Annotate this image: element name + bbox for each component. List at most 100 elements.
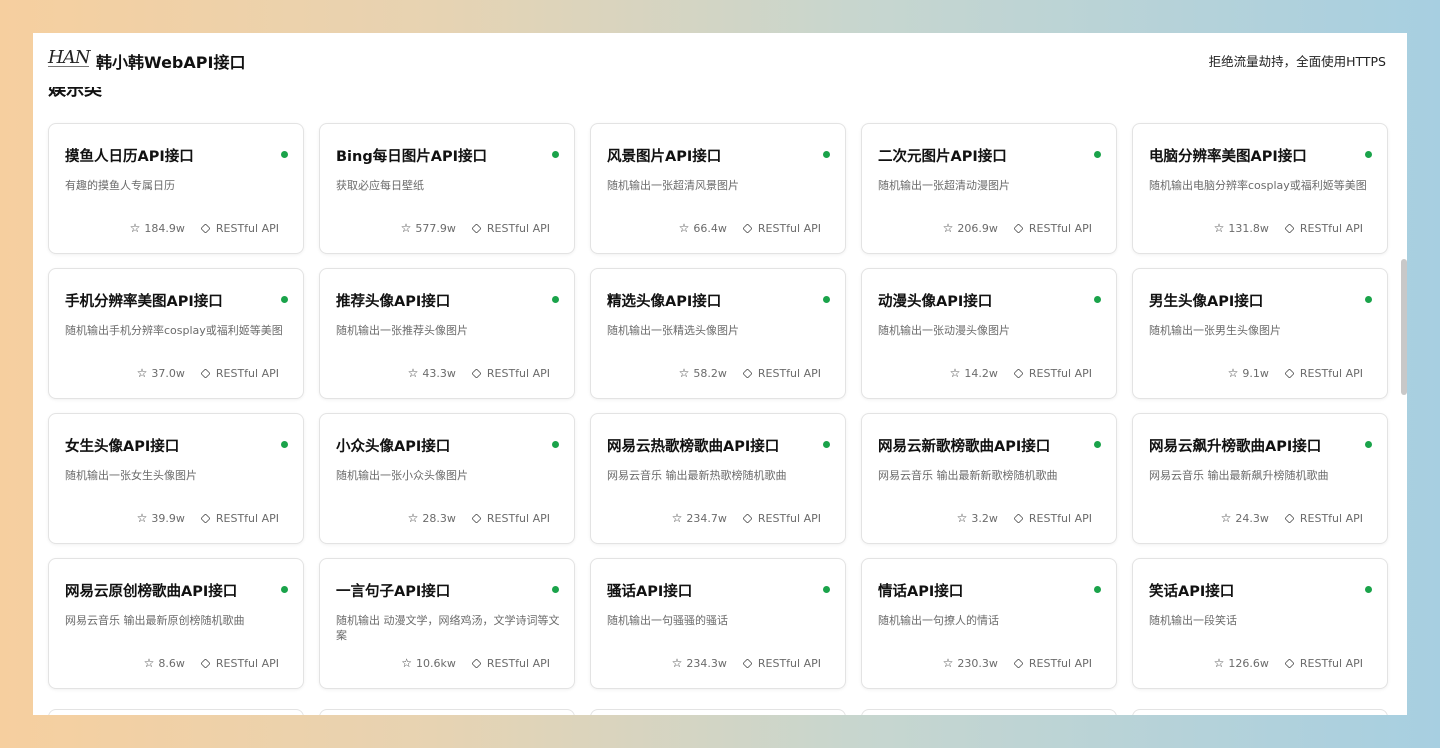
api-card[interactable]: 小众头像API接口 随机输出一张小众头像图片 ☆ 28.3w RESTful A… — [319, 413, 575, 544]
star-icon: ☆ — [956, 511, 968, 525]
api-card-footer: ☆ 66.4w RESTful API — [679, 221, 821, 235]
api-card[interactable]: 网易云新歌榜歌曲API接口 网易云音乐 输出最新新歌榜随机歌曲 ☆ 3.2w R… — [861, 413, 1117, 544]
api-cube-icon — [1284, 222, 1295, 234]
api-type-label: RESTful API — [486, 656, 550, 670]
api-card[interactable]: 一言句子API接口 随机输出 动漫文学，网络鸡汤，文学诗词等文案 ☆ 10.6k… — [319, 558, 575, 689]
site-logo[interactable]: HAN — [48, 47, 90, 68]
site-title[interactable]: 韩小韩WebAPI接口 — [96, 49, 245, 73]
api-card[interactable]: 动漫头像API接口 随机输出一张动漫头像图片 ☆ 14.2w RESTful A… — [861, 268, 1117, 399]
status-dot — [823, 586, 830, 593]
star-icon: ☆ — [949, 366, 961, 380]
api-card-title[interactable]: 网易云原创榜歌曲API接口 — [65, 580, 237, 601]
api-card-description: 网易云音乐 输出最新原创榜随机歌曲 — [65, 614, 245, 627]
api-card-footer: ☆ 230.3w RESTful API — [943, 656, 1092, 670]
api-type-label: RESTful API — [1299, 656, 1363, 670]
star-icon: ☆ — [678, 221, 690, 235]
api-call-count: 230.3w — [957, 656, 998, 670]
api-card[interactable]: 精选头像API接口 随机输出一张精选头像图片 ☆ 58.2w RESTful A… — [590, 268, 846, 399]
api-type-label: RESTful API — [486, 366, 550, 380]
status-dot — [823, 151, 830, 158]
star-icon: ☆ — [129, 221, 141, 235]
api-card-partial[interactable] — [319, 709, 575, 715]
api-card-title[interactable]: 笑话API接口 — [1149, 580, 1234, 601]
star-icon: ☆ — [401, 656, 413, 670]
api-card-description: 随机输出一句骚骚的骚话 — [607, 614, 728, 627]
api-card-title[interactable]: 小众头像API接口 — [336, 435, 450, 456]
api-card-title[interactable]: 电脑分辨率美图API接口 — [1149, 145, 1307, 166]
api-card-partial[interactable] — [48, 709, 304, 715]
api-card-partial[interactable] — [590, 709, 846, 715]
api-card[interactable]: 男生头像API接口 随机输出一张男生头像图片 ☆ 9.1w RESTful AP… — [1132, 268, 1388, 399]
api-card-title[interactable]: 二次元图片API接口 — [878, 145, 1007, 166]
api-card-footer: ☆ 10.6kw RESTful API — [401, 656, 550, 670]
api-type-label: RESTful API — [757, 221, 821, 235]
api-card[interactable]: 二次元图片API接口 随机输出一张超清动漫图片 ☆ 206.9w RESTful… — [861, 123, 1117, 254]
api-cube-icon — [1284, 657, 1295, 669]
api-card[interactable]: Bing每日图片API接口 获取必应每日壁纸 ☆ 577.9w RESTful … — [319, 123, 575, 254]
star-icon: ☆ — [400, 221, 412, 235]
api-card-title[interactable]: 骚话API接口 — [607, 580, 692, 601]
status-dot — [552, 296, 559, 303]
api-card-description: 随机输出一段笑话 — [1149, 614, 1237, 627]
api-call-count: 234.3w — [686, 656, 727, 670]
api-call-count: 8.6w — [158, 656, 185, 670]
api-card-partial[interactable] — [1132, 709, 1388, 715]
star-icon: ☆ — [1227, 366, 1239, 380]
api-card[interactable]: 情话API接口 随机输出一句撩人的情话 ☆ 230.3w RESTful API — [861, 558, 1117, 689]
api-call-count: 206.9w — [957, 221, 998, 235]
api-card[interactable]: 手机分辨率美图API接口 随机输出手机分辨率cosplay或福利姬等美图 ☆ 3… — [48, 268, 304, 399]
api-cube-icon — [200, 657, 211, 669]
api-card-footer: ☆ 577.9w RESTful API — [401, 221, 550, 235]
api-card-title[interactable]: 摸鱼人日历API接口 — [65, 145, 194, 166]
api-card[interactable]: 网易云飙升榜歌曲API接口 网易云音乐 输出最新飙升榜随机歌曲 ☆ 24.3w … — [1132, 413, 1388, 544]
api-card-title[interactable]: 动漫头像API接口 — [878, 290, 992, 311]
api-card[interactable]: 网易云原创榜歌曲API接口 网易云音乐 输出最新原创榜随机歌曲 ☆ 8.6w R… — [48, 558, 304, 689]
api-card[interactable]: 电脑分辨率美图API接口 随机输出电脑分辨率cosplay或福利姬等美图 ☆ 1… — [1132, 123, 1388, 254]
vertical-scrollbar[interactable] — [1401, 259, 1407, 395]
status-dot — [552, 441, 559, 448]
api-card-footer: ☆ 9.1w RESTful API — [1228, 366, 1363, 380]
api-card-title[interactable]: 情话API接口 — [878, 580, 963, 601]
api-card[interactable]: 摸鱼人日历API接口 有趣的摸鱼人专属日历 ☆ 184.9w RESTful A… — [48, 123, 304, 254]
star-icon: ☆ — [942, 221, 954, 235]
api-card[interactable]: 女生头像API接口 随机输出一张女生头像图片 ☆ 39.9w RESTful A… — [48, 413, 304, 544]
api-card-title[interactable]: 网易云热歌榜歌曲API接口 — [607, 435, 779, 456]
api-cube-icon — [742, 512, 753, 524]
api-card-title[interactable]: 风景图片API接口 — [607, 145, 721, 166]
api-card-title[interactable]: Bing每日图片API接口 — [336, 145, 487, 166]
api-cube-icon — [742, 657, 753, 669]
api-card-description: 网易云音乐 输出最新飙升榜随机歌曲 — [1149, 469, 1329, 482]
api-card-title[interactable]: 精选头像API接口 — [607, 290, 721, 311]
api-card[interactable]: 网易云热歌榜歌曲API接口 网易云音乐 输出最新热歌榜随机歌曲 ☆ 234.7w… — [590, 413, 846, 544]
status-dot — [281, 296, 288, 303]
api-card[interactable]: 骚话API接口 随机输出一句骚骚的骚话 ☆ 234.3w RESTful API — [590, 558, 846, 689]
api-call-count: 126.6w — [1228, 656, 1269, 670]
api-cube-icon — [742, 367, 753, 379]
star-icon: ☆ — [136, 511, 148, 525]
api-call-count: 577.9w — [415, 221, 456, 235]
api-card-footer: ☆ 184.9w RESTful API — [130, 221, 279, 235]
api-call-count: 9.1w — [1242, 366, 1269, 380]
api-card[interactable]: 风景图片API接口 随机输出一张超清风景图片 ☆ 66.4w RESTful A… — [590, 123, 846, 254]
api-card-title[interactable]: 网易云新歌榜歌曲API接口 — [878, 435, 1050, 456]
api-card[interactable]: 笑话API接口 随机输出一段笑话 ☆ 126.6w RESTful API — [1132, 558, 1388, 689]
api-type-label: RESTful API — [215, 221, 279, 235]
header-https-note: 拒绝流量劫持，全面使用HTTPS — [1208, 54, 1386, 69]
api-card-footer: ☆ 43.3w RESTful API — [408, 366, 550, 380]
api-card-title[interactable]: 网易云飙升榜歌曲API接口 — [1149, 435, 1321, 456]
status-dot — [1365, 296, 1372, 303]
status-dot — [1365, 151, 1372, 158]
api-card-title[interactable]: 男生头像API接口 — [1149, 290, 1263, 311]
api-card-description: 网易云音乐 输出最新新歌榜随机歌曲 — [878, 469, 1058, 482]
api-card-title[interactable]: 一言句子API接口 — [336, 580, 450, 601]
api-card-title[interactable]: 推荐头像API接口 — [336, 290, 450, 311]
api-card-footer: ☆ 39.9w RESTful API — [137, 511, 279, 525]
api-card-title[interactable]: 女生头像API接口 — [65, 435, 179, 456]
api-card-partial[interactable] — [861, 709, 1117, 715]
api-card-title[interactable]: 手机分辨率美图API接口 — [65, 290, 223, 311]
status-dot — [281, 586, 288, 593]
api-card[interactable]: 推荐头像API接口 随机输出一张推荐头像图片 ☆ 43.3w RESTful A… — [319, 268, 575, 399]
status-dot — [552, 586, 559, 593]
api-card-description: 随机输出 动漫文学，网络鸡汤，文学诗词等文案 — [336, 614, 560, 642]
api-type-label: RESTful API — [757, 511, 821, 525]
